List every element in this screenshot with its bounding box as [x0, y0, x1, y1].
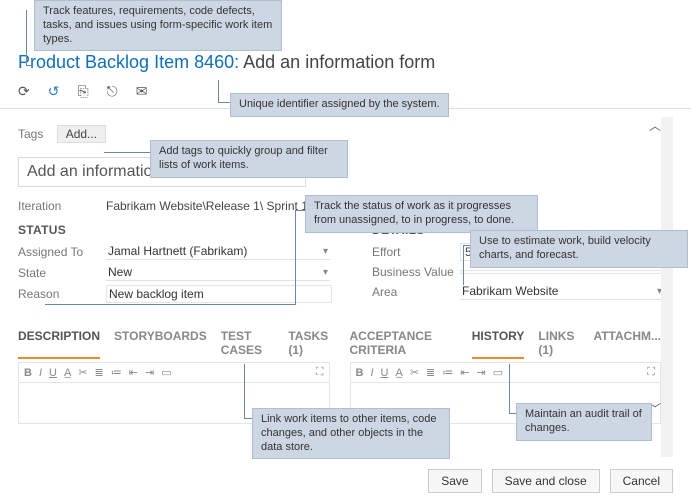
area-dropdown[interactable]: Fabrikam Website ▾	[460, 283, 664, 300]
iteration-label: Iteration	[18, 199, 106, 213]
tags-label: Tags	[18, 127, 43, 141]
maximize-icon[interactable]: ⛶	[647, 366, 655, 379]
callout-links: Link work items to other items, code cha…	[252, 408, 450, 459]
cancel-button[interactable]: Cancel	[610, 469, 673, 493]
callout-tags: Add tags to quickly group and filter lis…	[150, 140, 348, 178]
undo-icon[interactable]: ↺	[48, 83, 60, 100]
tab-acceptance-criteria[interactable]: ACCEPTANCE CRITERIA	[350, 329, 458, 359]
outdent-icon[interactable]: ⇤	[460, 366, 469, 379]
leader	[26, 10, 27, 65]
business-value-input[interactable]	[460, 270, 670, 274]
reason-label: Reason	[18, 287, 106, 301]
leader	[463, 245, 464, 285]
tab-links[interactable]: LINKS (1)	[538, 329, 579, 359]
tab-attachments[interactable]: ATTACHM...	[593, 329, 661, 359]
bold-icon[interactable]: B	[24, 367, 32, 379]
underline-icon[interactable]: U	[49, 367, 57, 379]
left-tabs: DESCRIPTION STORYBOARDS TEST CASES TASKS…	[18, 329, 330, 359]
tab-tasks[interactable]: TASKS (1)	[288, 329, 329, 359]
callout-estimate: Use to estimate work, build velocity cha…	[470, 230, 688, 268]
work-item-id: Product Backlog Item 8460:	[18, 52, 239, 72]
state-label: State	[18, 266, 106, 280]
area-value: Fabrikam Website	[462, 284, 558, 298]
image-icon[interactable]: ▭	[493, 366, 503, 379]
right-tabs: ACCEPTANCE CRITERIA HISTORY LINKS (1) AT…	[350, 329, 662, 359]
color-icon[interactable]: A̲	[64, 367, 71, 379]
leader	[26, 65, 32, 66]
bullet-list-icon[interactable]: ≣	[95, 366, 104, 379]
tab-description[interactable]: DESCRIPTION	[18, 329, 100, 359]
rich-text-toolbar-left: B I U A̲ ✂ ≣ ≔ ⇤ ⇥ ▭ ⛶	[18, 362, 330, 382]
callout-status: Track the status of work as it progresse…	[305, 195, 538, 233]
assigned-to-dropdown[interactable]: Jamal Hartnett (Fabrikam) ▾	[106, 243, 330, 260]
leader	[45, 304, 295, 305]
chevron-down-icon: ▾	[323, 267, 328, 278]
tab-test-cases[interactable]: TEST CASES	[221, 329, 275, 359]
color-icon[interactable]: A̲	[395, 367, 402, 379]
number-list-icon[interactable]: ≔	[442, 366, 453, 379]
scroll-up-icon[interactable]: ︿	[649, 117, 661, 134]
state-dropdown[interactable]: New ▾	[106, 264, 330, 281]
assigned-to-value: Jamal Hartnett (Fabrikam)	[108, 244, 247, 258]
underline-icon[interactable]: U	[381, 367, 389, 379]
leader	[509, 364, 510, 414]
mail-icon[interactable]: ✉	[136, 83, 148, 100]
leader	[104, 152, 150, 153]
area-label: Area	[372, 285, 460, 299]
rich-text-toolbar-right: B I U A̲ ✂ ≣ ≔ ⇤ ⇥ ▭ ⛶	[350, 362, 662, 382]
unlink-icon[interactable]: ✂	[410, 366, 419, 379]
callout-uid: Unique identifier assigned by the system…	[230, 93, 449, 117]
iteration-value[interactable]: Fabrikam Website\Release 1\ Sprint 1	[106, 199, 308, 213]
save-button[interactable]: Save	[428, 469, 481, 493]
business-value-label: Business Value	[372, 265, 460, 279]
unlink-icon[interactable]: ✂	[78, 366, 87, 379]
save-and-close-button[interactable]: Save and close	[492, 469, 600, 493]
leader	[244, 364, 245, 419]
chevron-down-icon: ▾	[323, 246, 328, 257]
effort-label: Effort	[372, 245, 460, 259]
work-item-title: Add an information form	[243, 52, 435, 72]
leader	[295, 210, 305, 211]
tab-storyboards[interactable]: STORYBOARDS	[114, 329, 207, 359]
number-list-icon[interactable]: ≔	[111, 366, 122, 379]
refresh-icon[interactable]: ⟳	[18, 83, 30, 100]
callout-types: Track features, requirements, code defec…	[34, 0, 282, 51]
status-heading: STATUS	[18, 223, 332, 237]
tab-history[interactable]: HISTORY	[472, 329, 525, 359]
link-icon[interactable]: ⎋	[107, 83, 118, 100]
chevron-down-icon: ▾	[657, 286, 662, 297]
italic-icon[interactable]: I	[370, 367, 373, 379]
reason-placeholder: New backlog item	[109, 287, 204, 301]
outdent-icon[interactable]: ⇤	[129, 366, 138, 379]
page-title: Product Backlog Item 8460: Add an inform…	[18, 52, 673, 73]
bold-icon[interactable]: B	[356, 367, 364, 379]
dialog-buttons: Save Save and close Cancel	[18, 469, 673, 493]
image-icon[interactable]: ▭	[161, 366, 171, 379]
reason-input[interactable]: New backlog item	[106, 285, 332, 303]
assigned-to-label: Assigned To	[18, 245, 106, 259]
copy-icon[interactable]: ⎘	[77, 83, 88, 100]
italic-icon[interactable]: I	[39, 367, 42, 379]
callout-history: Maintain an audit trail of changes.	[516, 403, 652, 441]
bullet-list-icon[interactable]: ≣	[426, 366, 435, 379]
leader	[295, 210, 296, 305]
leader	[244, 418, 252, 419]
leader	[218, 102, 230, 103]
maximize-icon[interactable]: ⛶	[316, 366, 324, 379]
indent-icon[interactable]: ⇥	[145, 366, 154, 379]
leader	[218, 80, 219, 102]
add-tag-button[interactable]: Add...	[57, 125, 106, 143]
indent-icon[interactable]: ⇥	[476, 366, 485, 379]
state-value: New	[108, 265, 132, 279]
